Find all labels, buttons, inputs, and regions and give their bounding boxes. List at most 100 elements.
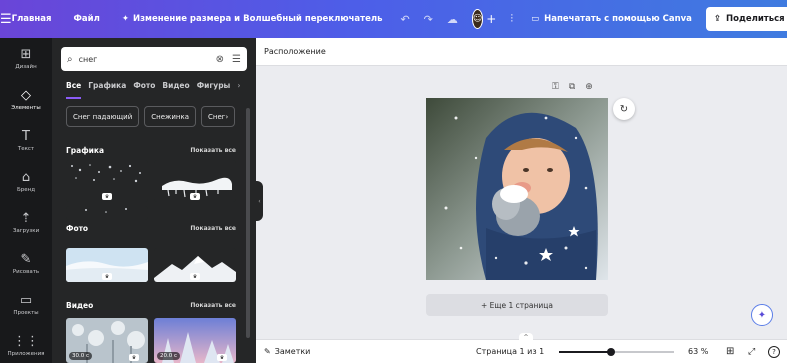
- see-all-link[interactable]: Показать все: [190, 147, 236, 154]
- graphics-section-header: Графика Показать все: [66, 146, 236, 155]
- collapse-panel-handle[interactable]: ‹: [256, 181, 263, 221]
- left-rail: ⊞ Дизайн ◇ Элементы T Текст ⌂ Бренд ⇡ За…: [0, 38, 52, 363]
- photos-section-header: Фото Показать все: [66, 224, 236, 233]
- layout-label[interactable]: Расположение: [264, 47, 326, 56]
- magic-assistant-icon[interactable]: ✦: [751, 304, 773, 326]
- rail-item-projects[interactable]: ▭ Проекты: [0, 284, 52, 325]
- rail-item-draw[interactable]: ✎ Рисовать: [0, 243, 52, 284]
- undo-icon[interactable]: ↶: [400, 13, 409, 26]
- brand-icon: ⌂: [21, 169, 31, 185]
- rail-item-design[interactable]: ⊞ Дизайн: [0, 38, 52, 79]
- file-menu[interactable]: Файл: [73, 14, 99, 24]
- stats-icon[interactable]: ⫶: [510, 12, 513, 26]
- truck-icon: ▭: [531, 14, 540, 24]
- layout-icon: ⊞: [20, 46, 32, 62]
- tab-shapes[interactable]: Фигуры: [197, 81, 231, 99]
- notes-button[interactable]: ✎ Заметки: [264, 347, 310, 356]
- regenerate-icon[interactable]: ↻: [613, 98, 635, 120]
- photo-snow-mountains[interactable]: ♛: [154, 248, 236, 282]
- apps-icon: ⋮⋮: [13, 333, 39, 349]
- section-title: Фото: [66, 224, 89, 233]
- notes-icon: ✎: [264, 347, 271, 356]
- editor-header: Расположение: [256, 38, 787, 66]
- text-icon: T: [22, 128, 30, 144]
- print-button[interactable]: ▭ Напечатать с помощью Canva: [525, 9, 698, 29]
- upload-icon: ⇡: [20, 210, 32, 226]
- photo-snow-landscape[interactable]: ♛: [66, 248, 148, 282]
- rail-item-elements[interactable]: ◇ Элементы: [0, 79, 52, 120]
- tab-photos[interactable]: Фото: [133, 81, 155, 99]
- page-indicator[interactable]: Страница 1 из 1: [476, 347, 544, 356]
- suggestion-chips: Снег падающий Снежинка Снег ›: [66, 106, 236, 127]
- grid-view-icon[interactable]: ⊞: [726, 346, 734, 357]
- zoom-slider-handle[interactable]: [607, 348, 615, 356]
- redo-icon[interactable]: ↷: [424, 13, 433, 26]
- duplicate-icon[interactable]: ⧉: [569, 82, 575, 92]
- video-snow-forest[interactable]: ♛ 30.0 с: [66, 318, 148, 363]
- rail-item-apps[interactable]: ⋮⋮ Приложения: [0, 325, 52, 363]
- rail-item-text[interactable]: T Текст: [0, 120, 52, 161]
- lock-icon[interactable]: ⚿: [552, 82, 559, 92]
- rail-item-uploads[interactable]: ⇡ Загрузки: [0, 202, 52, 243]
- rail-item-brand[interactable]: ⌂ Бренд: [0, 161, 52, 202]
- search-icon: ⌕: [67, 53, 73, 65]
- share-button[interactable]: ⇪ Поделиться: [705, 7, 787, 31]
- see-all-link[interactable]: Показать все: [190, 225, 236, 232]
- share-icon: ⇪: [713, 14, 722, 24]
- home-link[interactable]: Главная: [12, 14, 52, 24]
- section-title: Графика: [66, 146, 105, 155]
- top-bar: ☰ Главная Файл ✦ Изменение размера и Вол…: [0, 0, 787, 38]
- chip-snow-falling[interactable]: Снег падающий: [66, 106, 140, 127]
- bottom-bar: ^ ✎ Заметки Страница 1 из 1 63 % ⊞ ⤢ ?: [256, 333, 787, 363]
- panel-tabs: Все Графика Фото Видео Фигуры ›: [66, 81, 240, 99]
- chevron-right-icon[interactable]: ›: [237, 81, 240, 99]
- resize-button[interactable]: ✦ Изменение размера и Волшебный переключ…: [122, 14, 383, 24]
- add-page-icon[interactable]: ⊕: [585, 82, 593, 92]
- tab-videos[interactable]: Видео: [162, 81, 189, 99]
- notes-label: Заметки: [274, 347, 311, 356]
- tab-graphics[interactable]: Графика: [88, 81, 126, 99]
- crown-icon: ♛: [129, 354, 139, 361]
- crown-icon: ♛: [102, 273, 112, 280]
- magic-star-icon: ✦: [121, 14, 129, 24]
- video-duration: 20.0 с: [157, 352, 181, 360]
- zoom-slider-track: [611, 351, 674, 353]
- folder-icon: ▭: [19, 292, 33, 308]
- elements-panel: ⌕ ⊗ ☰ Все Графика Фото Видео Фигуры › Сн…: [52, 38, 256, 363]
- add-collaborator-icon[interactable]: +: [486, 12, 496, 26]
- cloud-save-icon[interactable]: ☁: [447, 13, 458, 26]
- help-icon[interactable]: ?: [768, 345, 780, 358]
- zoom-slider[interactable]: [559, 351, 674, 353]
- snow-texture-graphic-2: [66, 206, 148, 220]
- print-label: Напечатать с помощью Canva: [544, 14, 692, 24]
- graphic-snow-drift[interactable]: ♛: [154, 160, 236, 202]
- see-all-link[interactable]: Показать все: [190, 302, 236, 309]
- avatar[interactable]: ☺: [471, 9, 484, 29]
- boy-in-snow-photo: [426, 98, 608, 280]
- crown-icon: ♛: [190, 273, 200, 280]
- tab-all[interactable]: Все: [66, 81, 82, 99]
- hamburger-icon[interactable]: ☰: [0, 12, 12, 27]
- editor-area: Расположение ⚿ ⧉ ⊕ ↻ + Еще 1 страница ✦ …: [256, 38, 787, 363]
- section-title: Видео: [66, 301, 94, 310]
- chevron-right-icon: ›: [225, 112, 229, 121]
- fullscreen-icon[interactable]: ⤢: [748, 347, 755, 357]
- elements-icon: ◇: [21, 87, 31, 103]
- chevron-up-icon[interactable]: ^: [519, 333, 533, 341]
- video-snow-sunset[interactable]: ♛ 20.0 с: [154, 318, 236, 363]
- videos-section-header: Видео Показать все: [66, 301, 236, 310]
- design-page[interactable]: [426, 98, 608, 280]
- add-page-button[interactable]: + Еще 1 страница: [426, 294, 608, 316]
- crown-icon: ♛: [102, 193, 112, 200]
- chip-snow[interactable]: Снег ›: [201, 106, 236, 127]
- graphic-snow-row2[interactable]: [66, 206, 148, 220]
- clear-icon[interactable]: ⊗: [216, 54, 224, 65]
- zoom-level[interactable]: 63 %: [688, 347, 708, 356]
- graphic-snow-overlay[interactable]: ♛: [66, 160, 148, 202]
- chip-snowflake[interactable]: Снежинка: [144, 106, 196, 127]
- crown-icon: ♛: [190, 193, 200, 200]
- video-duration: 30.0 с: [69, 352, 93, 360]
- filter-icon[interactable]: ☰: [232, 54, 241, 65]
- search-input[interactable]: [78, 54, 189, 64]
- panel-scrollbar[interactable]: [246, 108, 250, 338]
